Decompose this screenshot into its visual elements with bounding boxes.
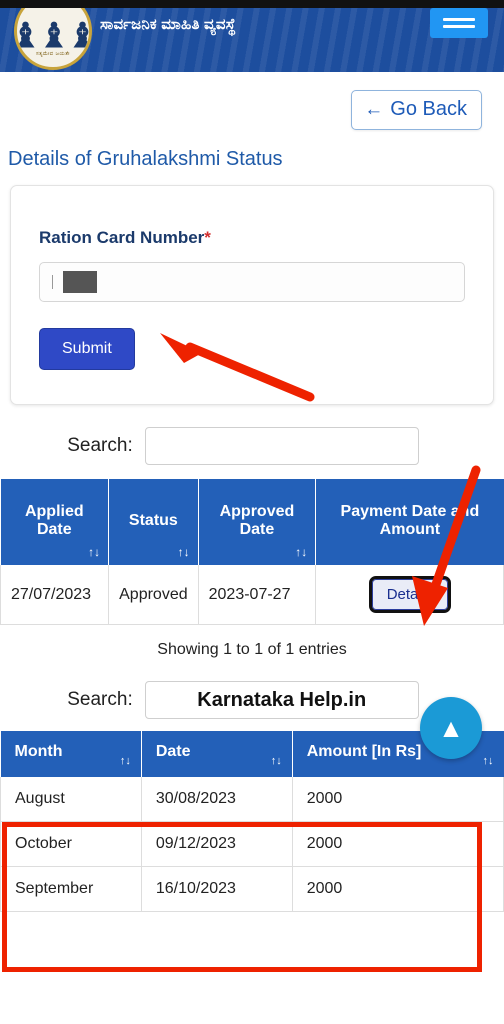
annotation-highlight-rectangle [2, 822, 482, 972]
sort-icon: ↑↓ [119, 755, 131, 767]
table-row: August 30/08/2023 2000 [0, 777, 504, 822]
column-header-applied-date-label: Applied Date [24, 503, 84, 538]
column-header-month-label: Month [14, 743, 63, 760]
ration-card-label-text: Ration Card Number [39, 228, 205, 247]
column-header-approved-date[interactable]: Approved Date ↑↓ [198, 479, 317, 565]
cell-applied-date: 27/07/2023 [0, 565, 110, 625]
status-bar [0, 0, 504, 8]
column-header-payment-date-amount[interactable]: Payment Date and Amount [315, 479, 504, 565]
column-header-date[interactable]: Date ↑↓ [141, 731, 293, 777]
sort-icon: ↑↓ [177, 545, 190, 559]
status-table-header-row: Applied Date ↑↓ Status ↑↓ Approved Date … [0, 479, 504, 565]
arrow-left-icon: ← [364, 99, 384, 120]
emblem-label: ಸತ್ಯಮೇವ ಜಯತೇ [36, 51, 70, 57]
column-header-status-label: Status [128, 512, 178, 529]
go-back-button[interactable]: ← Go Back [351, 90, 482, 130]
cell-payment-action: Details [315, 565, 504, 625]
hamburger-menu-button[interactable] [430, 8, 488, 38]
table-row: 27/07/2023 Approved 2023-07-27 Details [0, 565, 504, 625]
page-title: Details of Gruhalakshmi Status [8, 148, 283, 170]
table1-search-input[interactable] [144, 427, 419, 465]
text-caret [52, 275, 53, 289]
required-marker: * [204, 228, 211, 247]
ration-card-label: Ration Card Number* [39, 228, 465, 248]
scroll-to-top-button[interactable]: ▲ [420, 697, 482, 759]
go-back-row: ← Go Back [0, 72, 504, 130]
submit-button[interactable]: Submit [39, 328, 135, 370]
chevron-up-icon: ▲ [438, 712, 464, 743]
column-header-date-label: Date [155, 743, 191, 760]
cell-date: 30/08/2023 [140, 777, 293, 822]
details-button[interactable]: Details [368, 576, 451, 613]
table2-search-label: Search: [67, 689, 133, 710]
column-header-approved-date-label: Approved Date [219, 503, 295, 538]
site-title: ಸಾರ್ವಜನಿಕ ಮಾಹಿತಿ ವ್ಯವಸ್ಥೆ [100, 16, 236, 33]
cell-approved-date: 2023-07-27 [197, 565, 317, 625]
sort-icon: ↑↓ [482, 755, 494, 767]
sort-icon: ↑↓ [88, 545, 101, 559]
column-header-amount-label: Amount [In Rs] [306, 743, 422, 760]
site-header: ♝♝♝ ಸತ್ಯಮೇವ ಜಯತೇ ಸಾರ್ವಜನಿಕ ಮಾಹಿತಿ ವ್ಯವಸ್… [0, 8, 504, 72]
cell-amount: 2000 [291, 777, 504, 822]
column-header-applied-date[interactable]: Applied Date ↑↓ [0, 479, 110, 565]
cell-status: Approved [108, 565, 199, 625]
table1-search-row: Search: [0, 427, 504, 465]
redaction-block [63, 271, 97, 293]
emblem-glyph: ♝♝♝ [14, 17, 92, 55]
table2-search-input[interactable]: Karnataka Help.in [144, 681, 419, 719]
hamburger-icon [443, 14, 475, 32]
cell-month: August [0, 777, 142, 822]
column-header-payment-date-amount-label: Payment Date and Amount [340, 503, 480, 538]
table2-showing-entries: Showing 1 to 1 of 1 entries [157, 641, 347, 658]
column-header-status[interactable]: Status ↑↓ [108, 479, 199, 565]
table1-search-label: Search: [67, 435, 133, 456]
sort-icon: ↑↓ [295, 545, 308, 559]
status-table: Applied Date ↑↓ Status ↑↓ Approved Date … [0, 479, 504, 625]
go-back-label: Go Back [390, 98, 467, 120]
column-header-month[interactable]: Month ↑↓ [0, 731, 142, 777]
ration-card-input[interactable] [39, 262, 465, 302]
ration-card-form: Ration Card Number* Submit [10, 185, 494, 405]
sort-icon: ↑↓ [270, 755, 282, 767]
